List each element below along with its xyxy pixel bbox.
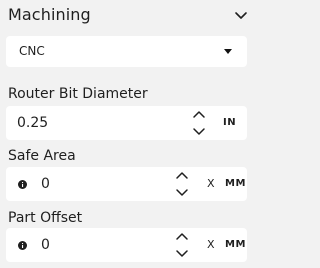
router-bit-diameter-value[interactable]: 0.25 bbox=[17, 115, 48, 131]
router-bit-diameter-input[interactable]: 0.25 IN bbox=[6, 106, 247, 140]
separator-x: X bbox=[207, 177, 215, 190]
unit-toggle[interactable]: IN bbox=[223, 117, 236, 128]
stepper-arrows-icon[interactable] bbox=[192, 108, 206, 138]
router-bit-diameter-label: Router Bit Diameter bbox=[8, 86, 148, 102]
safe-area-label: Safe Area bbox=[8, 148, 76, 164]
chevron-down-icon[interactable] bbox=[234, 9, 248, 23]
unit-toggle[interactable]: MM bbox=[225, 178, 246, 189]
info-icon[interactable] bbox=[18, 241, 27, 250]
stepper-arrows-icon[interactable] bbox=[175, 230, 189, 260]
info-icon[interactable] bbox=[18, 180, 27, 189]
machine-type-select[interactable]: CNC bbox=[6, 36, 247, 67]
unit-toggle[interactable]: MM bbox=[225, 239, 246, 250]
machining-section-header[interactable]: Machining bbox=[0, 0, 256, 32]
machine-type-value: CNC bbox=[19, 44, 45, 58]
separator-x: X bbox=[207, 238, 215, 251]
part-offset-label: Part Offset bbox=[8, 210, 83, 226]
safe-area-value[interactable]: 0 bbox=[41, 176, 50, 192]
part-offset-input[interactable]: 0 X MM bbox=[6, 228, 247, 262]
part-offset-value[interactable]: 0 bbox=[41, 237, 50, 253]
stepper-arrows-icon[interactable] bbox=[175, 169, 189, 199]
safe-area-input[interactable]: 0 X MM bbox=[6, 167, 247, 201]
caret-down-icon bbox=[224, 49, 232, 54]
section-title: Machining bbox=[8, 5, 91, 24]
